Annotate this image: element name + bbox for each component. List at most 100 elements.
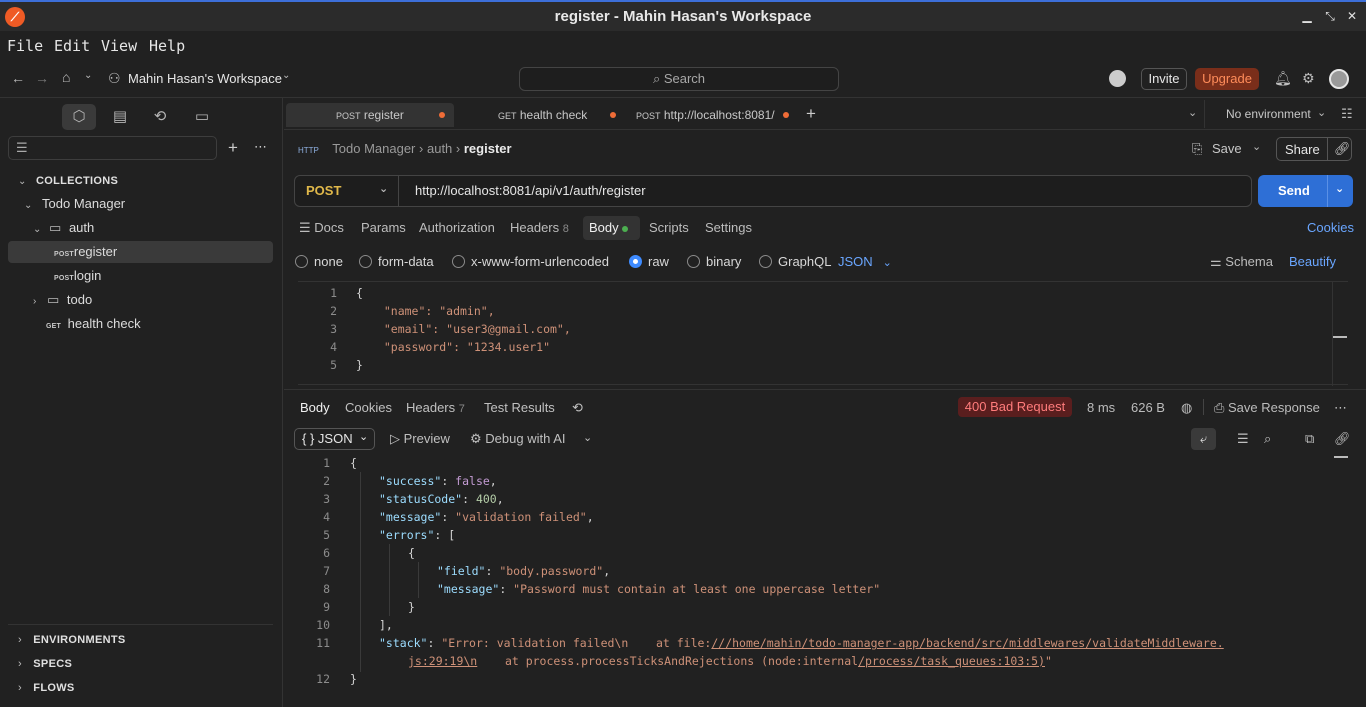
- link-icon[interactable]: 🔗︎: [1334, 141, 1351, 157]
- tab-register[interactable]: POST register: [286, 103, 454, 127]
- tab-params[interactable]: Params: [361, 220, 406, 238]
- tab-settings[interactable]: Settings: [705, 220, 752, 238]
- radio-urlencoded[interactable]: x-www-form-urlencoded: [452, 254, 609, 270]
- response-time[interactable]: 8 ms: [1087, 400, 1115, 415]
- cookies-link[interactable]: Cookies: [1307, 220, 1354, 238]
- avatar[interactable]: [1329, 69, 1349, 89]
- home-chevron-icon[interactable]: ⌄: [84, 70, 92, 81]
- response-size[interactable]: 626 B: [1131, 400, 1165, 415]
- scrollbar-thumb[interactable]: [1334, 456, 1348, 458]
- globe-icon[interactable]: ◍: [1181, 400, 1192, 416]
- collections-header[interactable]: ⌄ COLLECTIONS: [8, 169, 273, 191]
- tabs-chevron-down-icon[interactable]: ⌄: [1188, 106, 1197, 119]
- tab-body[interactable]: Body: [589, 220, 629, 238]
- flows-header[interactable]: › FLOWS: [8, 676, 273, 698]
- sidebar-item-auth[interactable]: ⌄ ▭ auth: [8, 217, 273, 239]
- tab-headers[interactable]: Headers 8: [510, 220, 569, 238]
- share-button[interactable]: Share 🔗︎: [1276, 137, 1352, 161]
- raw-format-select[interactable]: JSON ⌄: [838, 254, 892, 270]
- filter-icon[interactable]: ☰: [1237, 431, 1249, 447]
- url-input[interactable]: http://localhost:8081/api/v1/auth/regist…: [415, 176, 646, 206]
- minimize-icon[interactable]: ▁: [1300, 9, 1314, 23]
- upgrade-button[interactable]: Upgrade: [1195, 68, 1259, 90]
- menu-file[interactable]: File: [7, 37, 43, 55]
- back-arrow-icon[interactable]: ←: [11, 70, 25, 86]
- tab-authorization[interactable]: Authorization: [419, 220, 495, 238]
- radio-none[interactable]: none: [295, 254, 343, 270]
- menu-view[interactable]: View: [101, 37, 137, 55]
- save-button[interactable]: Save: [1212, 141, 1242, 156]
- scrollbar-thumb[interactable]: [1333, 336, 1347, 338]
- breadcrumb-request[interactable]: register: [464, 141, 512, 156]
- radio-form-data[interactable]: form-data: [359, 254, 434, 270]
- debug-ai-button[interactable]: ⚙ Debug with AI: [470, 431, 566, 447]
- response-body-viewer[interactable]: 1 2 3 4 5 6 7 8 9 10 11 12 { "success": …: [298, 456, 1348, 696]
- workspace-switcher[interactable]: Mahin Hasan's Workspace: [128, 71, 282, 86]
- resp-tab-headers[interactable]: Headers 7: [406, 400, 465, 418]
- send-button[interactable]: Send ⌄: [1258, 175, 1353, 207]
- tab-scripts[interactable]: Scripts: [649, 220, 689, 238]
- breadcrumb-collection[interactable]: Todo Manager: [332, 141, 415, 156]
- tab-localhost[interactable]: POST http://localhost:8081/: [634, 103, 794, 127]
- save-chevron-down-icon[interactable]: ⌄: [1252, 140, 1261, 153]
- new-tab-icon[interactable]: +: [806, 104, 816, 124]
- history-tab-icon[interactable]: ⟲: [143, 104, 177, 130]
- radio-binary[interactable]: binary: [687, 254, 741, 270]
- sidebar-item-health-check[interactable]: GET health check: [8, 313, 273, 335]
- gear-icon[interactable]: ⚙: [1302, 70, 1315, 87]
- environment-select[interactable]: No environment: [1226, 107, 1311, 121]
- home-icon[interactable]: ⌂: [62, 69, 70, 85]
- sidebar-filter-input[interactable]: ☰: [8, 136, 217, 160]
- tab-health-check[interactable]: GET health check: [460, 103, 626, 127]
- avatar-small[interactable]: [1109, 70, 1126, 87]
- specs-header[interactable]: › SPECS: [8, 652, 273, 674]
- environments-header[interactable]: › ENVIRONMENTS: [8, 628, 273, 650]
- wrap-lines-icon[interactable]: ⤶: [1191, 428, 1216, 450]
- close-icon[interactable]: ✕: [1345, 9, 1359, 23]
- save-icon[interactable]: ⎘: [1192, 141, 1202, 157]
- response-format-select[interactable]: { } JSON ⌄: [294, 428, 375, 450]
- sidebar-item-todo[interactable]: › ▭ todo: [8, 289, 273, 311]
- history-icon[interactable]: ⟲: [572, 400, 583, 418]
- radio-raw[interactable]: raw: [629, 254, 669, 270]
- environment-quick-look-icon[interactable]: ☷: [1341, 106, 1353, 122]
- search-input[interactable]: ⌕ Search: [519, 67, 839, 91]
- files-tab-icon[interactable]: ▭: [185, 104, 219, 130]
- menu-help[interactable]: Help: [149, 37, 185, 55]
- search-icon[interactable]: ⌕: [1264, 431, 1271, 447]
- sidebar-item-todo-manager[interactable]: ⌄ Todo Manager: [8, 193, 273, 215]
- environments-tab-icon[interactable]: ▤: [103, 104, 137, 130]
- save-response-button[interactable]: ⎙ Save Response: [1214, 400, 1320, 416]
- status-badge[interactable]: 400 Bad Request: [958, 397, 1072, 417]
- copy-icon[interactable]: ⧉: [1305, 431, 1314, 447]
- tab-docs[interactable]: ☰ Docs: [299, 220, 344, 238]
- forward-arrow-icon[interactable]: →: [35, 70, 49, 86]
- menu-edit[interactable]: Edit: [54, 37, 90, 55]
- sidebar-item-login[interactable]: POSTlogin: [8, 265, 273, 287]
- send-chevron-down-icon[interactable]: ⌄: [1335, 173, 1344, 205]
- invite-button[interactable]: Invite: [1141, 68, 1187, 90]
- debug-chevron-down-icon[interactable]: ⌄: [583, 431, 592, 444]
- sidebar-item-register[interactable]: POSTregister: [8, 241, 273, 263]
- radio-graphql[interactable]: GraphQL: [759, 254, 831, 270]
- more-icon[interactable]: ⋯: [1334, 400, 1347, 416]
- resp-tab-body[interactable]: Body: [300, 400, 330, 418]
- add-icon[interactable]: +: [228, 138, 238, 158]
- link-icon[interactable]: 🔗︎: [1334, 431, 1351, 447]
- method-select[interactable]: POST ⌄: [295, 176, 399, 206]
- request-body-editor[interactable]: 1 2 3 4 5 { "name": "admin", "email": "u…: [298, 281, 1348, 386]
- breadcrumb-folder[interactable]: auth: [427, 141, 452, 156]
- workspace-chevron-icon[interactable]: ⌄: [282, 70, 290, 81]
- maximize-icon[interactable]: ⤡: [1323, 9, 1337, 23]
- schema-button[interactable]: ⚌ Schema: [1210, 254, 1273, 270]
- resp-tab-cookies[interactable]: Cookies: [345, 400, 392, 418]
- more-icon[interactable]: ⋯: [254, 139, 267, 155]
- preview-button[interactable]: ▷ Preview: [390, 431, 450, 447]
- resp-tab-test-results[interactable]: Test Results: [484, 400, 555, 418]
- beautify-button[interactable]: Beautify: [1289, 254, 1336, 270]
- collections-label: COLLECTIONS: [36, 175, 119, 187]
- scrollbar-track[interactable]: [1332, 282, 1333, 386]
- environment-chevron-down-icon[interactable]: ⌄: [1317, 106, 1326, 119]
- collections-tab-icon[interactable]: ⬡: [62, 104, 96, 130]
- bell-icon[interactable]: 🔔︎: [1274, 70, 1292, 87]
